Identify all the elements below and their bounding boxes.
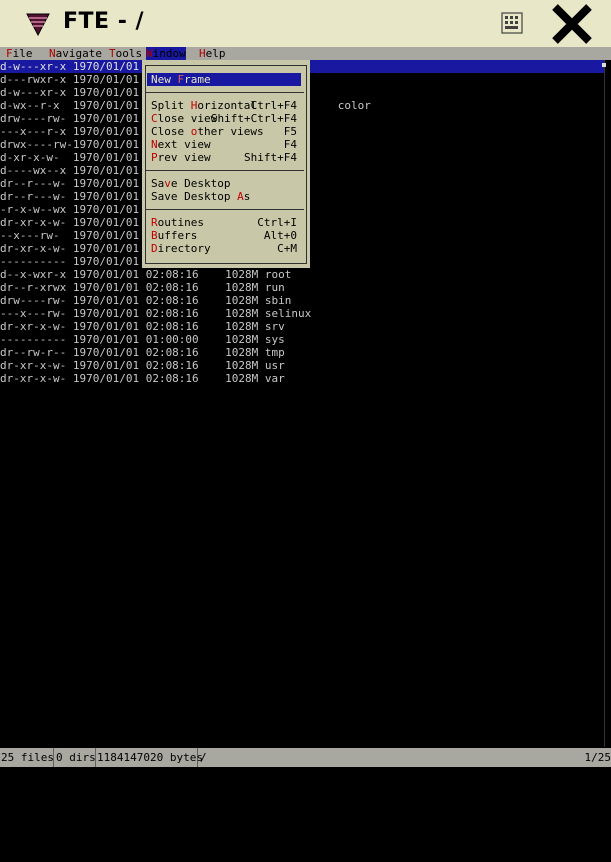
menuitem-hotkey: R: [151, 216, 158, 229]
menuitem-text: New: [151, 73, 178, 86]
menuitem-text-rest: rame: [184, 73, 211, 86]
menuitem-text-rest: uffers: [157, 229, 198, 242]
menuitem-save-desktop-as[interactable]: Save Desktop As: [147, 190, 301, 203]
window-title: FTE - /: [63, 9, 145, 34]
status-files: 25 files: [1, 748, 54, 767]
status-position: 1/25: [584, 751, 611, 764]
menuitem-shortcut: Shift+F4: [244, 151, 297, 164]
menuitem-buffers[interactable]: Buffers Alt+0: [147, 229, 301, 242]
menuitem-shortcut: F4: [283, 138, 297, 151]
menuitem-label: Split Horizontal: [151, 99, 257, 112]
menuitem-hotkey: N: [151, 138, 158, 151]
menuitem-close-view[interactable]: Close view Shift+Ctrl+F4: [147, 112, 301, 125]
file-row[interactable]: dr-xr-x-w- 1970/01/01 02:08:16 1028M var: [0, 372, 604, 385]
menu-label-text-rest: avigate: [55, 47, 102, 60]
menu-label-hotkey: H: [199, 47, 206, 60]
menu-label-hotkey: T: [109, 47, 116, 60]
file-row[interactable]: dr-xr-x-w- 1970/01/01 02:08:16 1028M usr: [0, 359, 604, 372]
status-bytes: 1184147020 bytes: [97, 748, 203, 767]
file-row[interactable]: ---------- 1970/01/01 01:00:00 1028M sys: [0, 333, 604, 346]
file-row[interactable]: dr--rw-r-- 1970/01/01 02:08:16 1028M tmp: [0, 346, 604, 359]
menuitem-hotkey: C: [151, 112, 158, 125]
file-row[interactable]: ---x---rw- 1970/01/01 02:08:16 1028M sel…: [0, 307, 604, 320]
close-icon[interactable]: [551, 3, 593, 45]
vertical-scrollbar[interactable]: [604, 60, 611, 747]
menuitem-text: Save Desktop: [151, 190, 238, 203]
status-bar: 25 files 0 dirs 1184147020 bytes / 1/25: [0, 748, 611, 767]
menuitem-prev-view[interactable]: Prev view Shift+F4: [147, 151, 301, 164]
menuitem-hotkey: B: [151, 229, 158, 242]
menu-label-text-rest: ile: [12, 47, 33, 60]
menuitem-text-rest: outines: [157, 216, 204, 229]
menu-bar: File Navigate Tools Window Help: [0, 47, 611, 60]
menuitem-shortcut: F5: [283, 125, 297, 138]
menuitem-label: Next view: [151, 138, 211, 151]
fte-app-icon: [26, 12, 50, 36]
menuitem-text-rest: e Desktop: [170, 177, 231, 190]
menu-label-hotkey: F: [6, 47, 13, 60]
menuitem-split-horizontal[interactable]: Split Horizontal Ctrl+F4: [147, 99, 301, 112]
menuitem-text: Split: [151, 99, 191, 112]
menuitem-shortcut: Ctrl+F4: [250, 99, 297, 112]
menuitem-save-desktop[interactable]: Save Desktop: [147, 177, 301, 190]
keyboard-icon[interactable]: [501, 12, 523, 34]
menu-label-text-rest: elp: [205, 47, 226, 60]
menuitem-text-rest: rev view: [157, 151, 211, 164]
menuitem-text-rest: ext view: [157, 138, 211, 151]
menu-separator: [146, 209, 304, 210]
menuitem-text-rest: ther views: [197, 125, 264, 138]
menu-label-hotkey: N: [49, 47, 56, 60]
menuitem-hotkey: P: [151, 151, 158, 164]
menuitem-hotkey: D: [151, 242, 158, 255]
file-row[interactable]: d--x-wxr-x 1970/01/01 02:08:16 1028M roo…: [0, 268, 604, 281]
menuitem-shortcut: Ctrl+I: [257, 216, 297, 229]
file-row[interactable]: drw----rw- 1970/01/01 02:08:16 1028M sbi…: [0, 294, 604, 307]
menuitem-label: Directory: [151, 242, 211, 255]
menuitem-directory[interactable]: Directory C+M: [147, 242, 301, 255]
menuitem-label: New Frame: [151, 73, 211, 86]
menuitem-label: Buffers: [151, 229, 197, 242]
menuitem-label: Routines: [151, 216, 204, 229]
status-dirs: 0 dirs: [56, 748, 96, 767]
menu-label-text-rest: indow: [152, 47, 186, 60]
menuitem-text-rest: irectory: [157, 242, 211, 255]
menuitem-text-rest: lose view: [157, 112, 218, 125]
menuitem-label: Save Desktop As: [151, 190, 250, 203]
menu-tools[interactable]: Tools: [109, 47, 142, 60]
menuitem-close-other-views[interactable]: Close other views F5: [147, 125, 301, 138]
menuitem-label: Prev view: [151, 151, 211, 164]
menu-label-text-rest: ools: [115, 47, 143, 60]
menu-file[interactable]: File: [6, 47, 33, 60]
menuitem-text-rest: s: [243, 190, 251, 203]
menuitem-shortcut: C+M: [277, 242, 297, 255]
menu-separator: [146, 92, 304, 93]
menuitem-new-frame[interactable]: New Frame: [147, 73, 301, 86]
menuitem-next-view[interactable]: Next view F4: [147, 138, 301, 151]
status-path: /: [200, 751, 207, 764]
file-row[interactable]: dr--r-xrwx 1970/01/01 02:08:16 1028M run: [0, 281, 604, 294]
menuitem-routines[interactable]: Routines Ctrl+I: [147, 216, 301, 229]
menuitem-label: Save Desktop: [151, 177, 230, 190]
window-menu: New Frame Split Horizontal Ctrl+F4 Close vi…: [142, 60, 310, 268]
menuitem-text: Close: [151, 125, 191, 138]
menu-label-hotkey: W: [146, 47, 153, 60]
scroll-indicator: [602, 63, 606, 67]
menuitem-text-rest: orizontal: [197, 99, 257, 112]
menu-window[interactable]: Window: [146, 47, 186, 60]
title-bar: FTE - /: [0, 0, 611, 48]
menu-help[interactable]: Help: [199, 47, 226, 60]
menuitem-shortcut: Shift+Ctrl+F4: [210, 112, 297, 125]
file-row[interactable]: dr-xr-x-w- 1970/01/01 02:08:16 1028M srv: [0, 320, 604, 333]
menuitem-hotkey: A: [237, 190, 244, 203]
menu-navigate[interactable]: Navigate: [49, 47, 102, 60]
menuitem-hotkey: v: [164, 177, 171, 190]
menuitem-shortcut: Alt+0: [263, 229, 297, 242]
menuitem-label: Close other views: [151, 125, 264, 138]
menu-separator: [146, 170, 304, 171]
menuitem-text: Sa: [151, 177, 165, 190]
menuitem-label: Close view: [151, 112, 217, 125]
